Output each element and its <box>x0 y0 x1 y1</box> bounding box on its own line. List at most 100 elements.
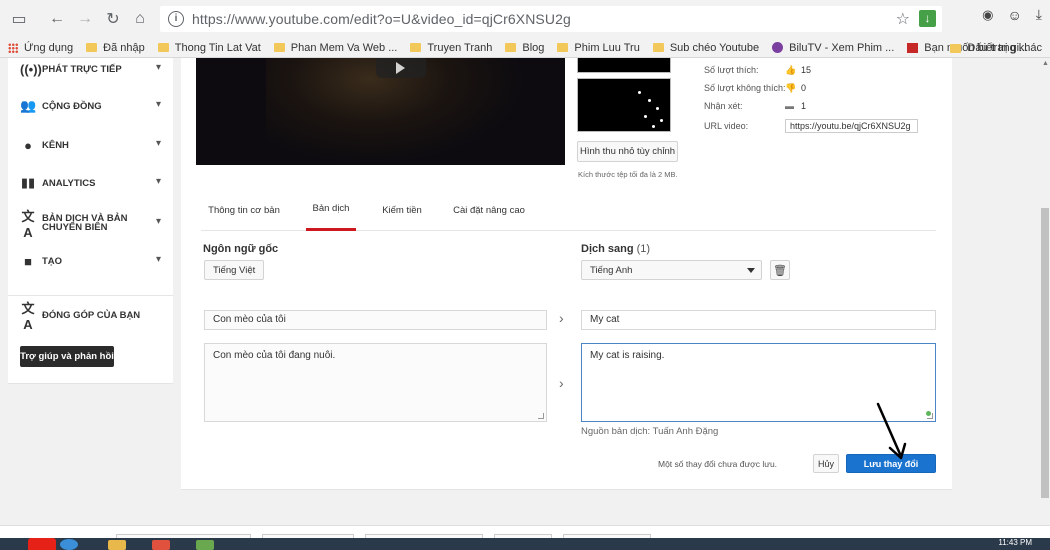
extension-icon[interactable]: ◉ <box>982 7 993 23</box>
tab-icon[interactable]: ▭ <box>6 6 32 32</box>
tab-monetization[interactable]: Kiếm tiền <box>377 189 427 231</box>
chevron-down-icon[interactable]: ▾ <box>156 99 161 110</box>
live-icon: ((•)) <box>20 61 42 77</box>
annotation-arrow-icon <box>876 402 907 460</box>
youtube-logo-icon[interactable] <box>28 538 56 550</box>
thumbnail-speck <box>652 125 655 128</box>
chevron-down-icon[interactable]: ▾ <box>156 138 161 149</box>
tab-basic-info[interactable]: Thông tin cơ bản <box>201 189 287 231</box>
target-language-select[interactable]: Tiếng Anh <box>581 260 762 280</box>
target-language-count: (1) <box>636 243 651 255</box>
sidebar-divider <box>8 295 173 296</box>
page-content: ((•)) PHÁT TRỰC TIẾP ▾ 👥 CỘNG ĐỒNG ▾ ● K… <box>0 58 1040 538</box>
thumbnail-speck <box>648 99 651 102</box>
bookmark-other-folder[interactable]: Dấu trang khác <box>950 42 1042 54</box>
video-player[interactable] <box>196 58 565 165</box>
community-icon: 👥 <box>20 98 37 113</box>
internet-explorer-icon[interactable] <box>60 539 78 550</box>
folder-icon <box>157 43 169 52</box>
target-title-input[interactable]: My cat <box>581 310 936 330</box>
comment-icon: ▬ <box>785 101 794 111</box>
taskbar-clock: 11:43 PM <box>998 538 1032 547</box>
file-explorer-icon[interactable] <box>108 540 126 550</box>
home-icon[interactable]: ⌂ <box>127 6 153 32</box>
target-language-label: Dịch sang (1) <box>581 243 651 255</box>
sidebar: ((•)) PHÁT TRỰC TIẾP ▾ 👥 CỘNG ĐỒNG ▾ ● K… <box>8 58 173 384</box>
thumbnail-option[interactable] <box>577 58 671 73</box>
help-feedback-button[interactable]: Trợ giúp và phản hồi <box>20 346 114 367</box>
browser-toolbar: ▭ ← → ↻ ⌂ i https://www.youtube.com/edit… <box>0 0 1050 38</box>
sidebar-item-translations[interactable]: 文A BẢN DỊCH VÀ BẢN CHUYỂN BIÊN ▾ <box>8 206 173 240</box>
bookmark-item[interactable]: Sub chéo Youtube <box>652 42 759 54</box>
youtube-footer-strip <box>0 525 1050 540</box>
bookmark-item[interactable]: Blog <box>505 42 544 54</box>
sidebar-item-community[interactable]: 👥 CỘNG ĐỒNG ▾ <box>8 91 173 121</box>
chrome-icon[interactable] <box>152 540 170 550</box>
create-icon: ■ <box>24 253 32 269</box>
forward-icon[interactable]: → <box>72 6 98 32</box>
resize-handle-icon[interactable] <box>927 413 933 419</box>
os-taskbar: 11:43 PM <box>0 538 1050 550</box>
browser-extensions: ◉ ☺ ⤓ <box>982 6 1042 23</box>
sidebar-item-channel[interactable]: ● KÊNH ▾ <box>8 130 173 160</box>
source-description-field: Con mèo của tôi đang nuôi. <box>204 343 547 422</box>
folder-icon <box>410 43 422 52</box>
address-bar[interactable]: i https://www.youtube.com/edit?o=U&video… <box>160 6 942 32</box>
translate-icon: 文A <box>21 209 35 240</box>
stat-likes: Số lượt thích: 👍 15 <box>704 64 812 76</box>
bookmark-apps[interactable]: Ứng dụng <box>8 42 73 54</box>
analytics-icon: ▮▮ <box>20 175 36 190</box>
thumbnail-speck <box>644 115 647 118</box>
sidebar-item-contributions[interactable]: 文A ĐÓNG GÓP CỦA BẠN <box>8 300 173 332</box>
bookmark-item[interactable]: Phan Mem Va Web ... <box>273 42 397 54</box>
folder-icon <box>950 43 962 53</box>
source-language-label: Ngôn ngữ gốc <box>203 243 279 255</box>
reload-icon[interactable]: ↻ <box>100 6 126 32</box>
thumbnail-option[interactable] <box>577 78 671 132</box>
page-scrollbar[interactable]: ▲ <box>1040 58 1050 525</box>
chevron-right-icon: › <box>559 375 564 391</box>
resize-handle-icon[interactable] <box>538 413 544 419</box>
channel-icon: ● <box>24 137 32 153</box>
sidebar-item-create[interactable]: ■ TẠO ▾ <box>8 246 173 276</box>
chevron-down-icon[interactable]: ▾ <box>156 254 161 265</box>
back-icon[interactable]: ← <box>44 6 70 32</box>
delete-translation-button[interactable]: 🗑 <box>770 260 790 280</box>
thumbnail-speck <box>656 107 659 110</box>
address-url[interactable]: https://www.youtube.com/edit?o=U&video_i… <box>192 11 571 27</box>
cancel-button[interactable]: Hủy <box>813 454 839 473</box>
app-icon[interactable] <box>196 540 214 550</box>
folder-icon <box>273 43 285 52</box>
site-info-icon[interactable]: i <box>168 11 184 27</box>
tab-advanced-settings[interactable]: Cài đặt nâng cao <box>449 189 529 231</box>
stat-dislikes: Số lượt không thích: 👎 0 <box>704 82 807 94</box>
bookmark-item[interactable]: Đã nhập <box>86 42 145 54</box>
chevron-down-icon[interactable]: ▾ <box>156 62 161 73</box>
download-extension-icon[interactable]: ↓ <box>919 10 936 27</box>
source-language-chip: Tiếng Việt <box>204 260 265 280</box>
bookmark-star-icon[interactable]: ☆ <box>896 9 910 29</box>
profile-avatar-icon[interactable]: ☺ <box>1008 7 1022 23</box>
play-icon[interactable] <box>376 58 426 78</box>
bookmark-item[interactable]: Phim Luu Tru <box>557 42 640 54</box>
chevron-down-icon[interactable]: ▾ <box>156 216 161 227</box>
film-icon <box>772 42 784 53</box>
download-icon[interactable]: ⤓ <box>1036 6 1042 23</box>
bookmark-item[interactable]: BiluTV - Xem Phim ... <box>772 42 894 54</box>
custom-thumbnail-button[interactable]: Hình thu nhỏ tùy chỉnh <box>577 141 678 162</box>
bookmark-item[interactable]: Thong Tin Lat Vat <box>157 42 261 54</box>
tab-translations[interactable]: Bản dịch <box>306 189 356 231</box>
thumbnail-speck <box>660 119 663 122</box>
sidebar-item-live[interactable]: ((•)) PHÁT TRỰC TIẾP ▾ <box>8 54 173 84</box>
caret-down-icon <box>747 268 755 273</box>
unsaved-changes-note: Một số thay đổi chưa được lưu. <box>658 459 778 469</box>
video-url-field[interactable]: https://youtu.be/qjCr6XNSU2g <box>785 119 918 133</box>
chevron-down-icon[interactable]: ▾ <box>156 176 161 187</box>
thumbs-down-icon: 👎 <box>785 82 797 93</box>
translation-source-note: Nguồn bản dịch: Tuấn Anh Đặng <box>581 426 719 437</box>
scroll-up-icon[interactable]: ▲ <box>1042 60 1049 67</box>
scrollbar-thumb[interactable] <box>1041 208 1049 498</box>
thumbnail-size-note: Kích thước tệp tối đa là 2 MB. <box>578 170 678 179</box>
sidebar-item-analytics[interactable]: ▮▮ ANALYTICS ▾ <box>8 168 173 198</box>
bookmark-item[interactable]: Truyen Tranh <box>410 42 492 54</box>
